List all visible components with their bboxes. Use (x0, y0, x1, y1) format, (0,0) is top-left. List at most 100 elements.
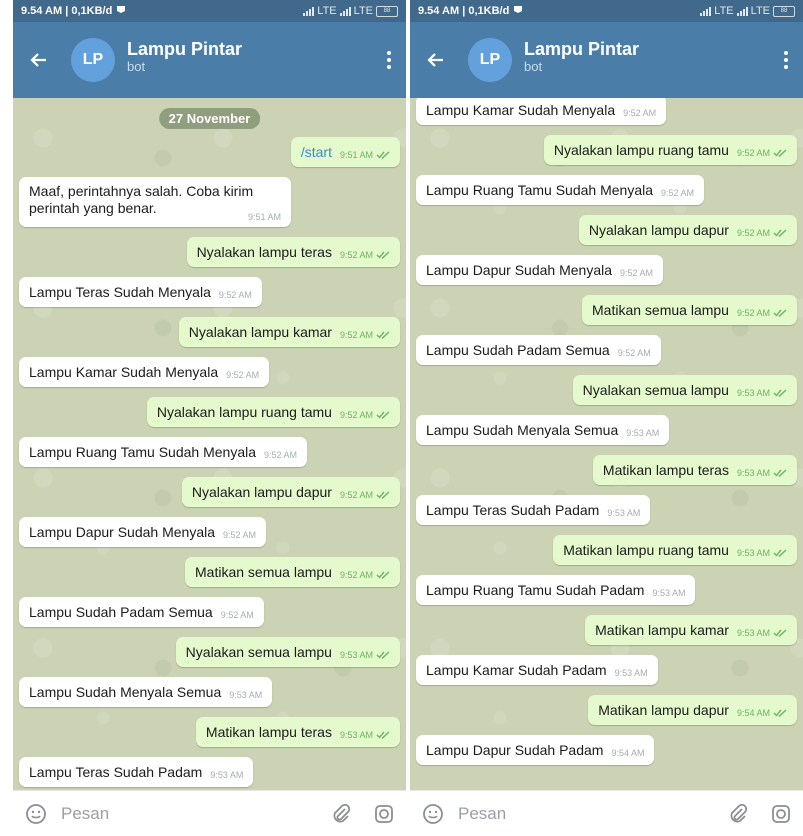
more-vert-icon[interactable] (386, 51, 392, 69)
message-time: 9:52 AM (220, 610, 254, 620)
emoji-icon[interactable] (422, 803, 444, 825)
message-text: Nyalakan lampu dapur (588, 221, 729, 238)
outgoing-message[interactable]: Nyalakan lampu ruang tamu 9:52 AM (146, 397, 400, 427)
incoming-message[interactable]: Lampu Teras Sudah Padam 9:53 AM (19, 757, 254, 787)
outgoing-message[interactable]: Matikan semua lampu 9:52 AM (185, 557, 400, 587)
outgoing-message[interactable]: /start 9:51 AM (290, 137, 400, 167)
outgoing-message[interactable]: Nyalakan lampu dapur 9:52 AM (578, 215, 797, 245)
outgoing-message[interactable]: Matikan semua lampu 9:52 AM (582, 295, 797, 325)
outgoing-message[interactable]: Matikan lampu kamar 9:53 AM (585, 615, 797, 645)
chat-subtitle: bot (127, 58, 146, 74)
incoming-message[interactable]: Lampu Teras Sudah Menyala 9:52 AM (19, 277, 262, 307)
message-time: 9:52 AM (223, 530, 257, 540)
camera-icon[interactable] (374, 804, 394, 824)
message-text[interactable]: /start (301, 144, 332, 161)
incoming-message[interactable]: Lampu Kamar Sudah Menyala 9:52 AM (19, 357, 270, 387)
chat-title-block[interactable]: Lampu Pintar bot (127, 39, 386, 74)
message-text: Lampu Ruang Tamu Sudah Menyala (29, 443, 257, 460)
message-text: Matikan semua lampu (592, 301, 729, 318)
chat-title: Lampu Pintar (524, 38, 640, 59)
avatar[interactable]: LP (71, 38, 115, 82)
avatar[interactable]: LP (468, 38, 512, 82)
message-meta: 9:52 AM (223, 530, 256, 540)
incoming-message[interactable]: Lampu Ruang Tamu Sudah Menyala 9:52 AM (19, 437, 308, 467)
message-meta: 9:52 AM (737, 228, 787, 238)
chat-header: LP Lampu Pintar bot (410, 22, 803, 98)
message-time: 9:52 AM (218, 290, 252, 300)
incoming-message[interactable]: Lampu Teras Sudah Padam 9:53 AM (416, 495, 651, 525)
message-meta: 9:53 AM (737, 388, 787, 398)
attach-icon[interactable] (727, 803, 749, 825)
message-meta: 9:52 AM (618, 348, 651, 358)
outgoing-message[interactable]: Matikan lampu ruang tamu 9:53 AM (553, 535, 797, 565)
message-meta: 9:51 AM (248, 212, 281, 222)
outgoing-message[interactable]: Matikan lampu teras 9:53 AM (592, 455, 797, 485)
outgoing-message[interactable]: Nyalakan lampu dapur 9:52 AM (181, 477, 400, 507)
message-meta: 9:52 AM (226, 370, 259, 380)
message-text: Lampu Teras Sudah Menyala (29, 283, 211, 300)
incoming-message[interactable]: Lampu Kamar Sudah Menyala 9:52 AM (416, 98, 667, 125)
outgoing-message[interactable]: Nyalakan lampu teras 9:52 AM (186, 237, 400, 267)
more-vert-icon[interactable] (783, 51, 789, 69)
message-meta: 9:52 AM (340, 250, 390, 260)
camera-icon[interactable] (771, 804, 791, 824)
incoming-message[interactable]: Lampu Ruang Tamu Sudah Padam 9:53 AM (416, 575, 696, 605)
message-meta: 9:52 AM (340, 570, 390, 580)
attach-icon[interactable] (330, 803, 352, 825)
message-text: Lampu Ruang Tamu Sudah Menyala (426, 181, 654, 198)
emoji-icon[interactable] (25, 803, 47, 825)
incoming-message[interactable]: Lampu Dapur Sudah Menyala 9:52 AM (416, 255, 664, 285)
incoming-message[interactable]: Lampu Sudah Padam Semua 9:52 AM (19, 597, 264, 627)
back-arrow-icon[interactable] (424, 49, 446, 71)
incoming-message[interactable]: Lampu Sudah Padam Semua 9:52 AM (416, 335, 661, 365)
message-time: 9:53 AM (736, 548, 770, 558)
signal-icon (303, 6, 315, 16)
double-check-icon (773, 469, 787, 477)
notification-icon (116, 5, 126, 17)
back-arrow-icon[interactable] (27, 49, 49, 71)
double-check-icon (773, 149, 787, 157)
outgoing-message[interactable]: Nyalakan semua lampu 9:53 AM (572, 375, 797, 405)
message-meta: 9:52 AM (661, 188, 694, 198)
incoming-message[interactable]: Lampu Sudah Menyala Semua 9:53 AM (416, 415, 670, 445)
chat-header: LP Lampu Pintar bot (13, 22, 406, 98)
chat-title-block[interactable]: Lampu Pintar bot (524, 39, 783, 74)
message-text: Lampu Sudah Menyala Semua (426, 421, 619, 438)
incoming-message[interactable]: Lampu Ruang Tamu Sudah Menyala 9:52 AM (416, 175, 705, 205)
incoming-message[interactable]: Lampu Dapur Sudah Padam 9:54 AM (416, 735, 655, 765)
message-meta: 9:52 AM (340, 490, 390, 500)
message-input[interactable]: Pesan (61, 804, 330, 824)
chat-subtitle: bot (524, 58, 543, 74)
outgoing-message[interactable]: Matikan lampu dapur 9:54 AM (588, 695, 797, 725)
screenshot-pair: 9.54 AM | 0,1KB/d LTE LTE 88 LP Lampu Pi… (0, 0, 803, 836)
message-text: Nyalakan lampu ruang tamu (553, 141, 729, 158)
incoming-message[interactable]: Lampu Kamar Sudah Padam 9:53 AM (416, 655, 658, 685)
message-time: 9:53 AM (736, 468, 770, 478)
message-list[interactable]: Lampu Kamar Sudah Menyala 9:52 AM Nyalakan… (410, 98, 803, 790)
incoming-message[interactable]: Lampu Dapur Sudah Menyala 9:52 AM (19, 517, 267, 547)
status-bar: 9.54 AM | 0,1KB/d LTE LTE 88 (410, 0, 803, 22)
message-meta: 9:53 AM (626, 428, 659, 438)
message-text: Lampu Sudah Menyala Semua (29, 683, 222, 700)
message-time: 9:53 AM (339, 730, 373, 740)
incoming-message[interactable]: Maaf, perintahnya salah. Coba kirim peri… (19, 177, 291, 227)
message-meta: 9:53 AM (340, 650, 390, 660)
outgoing-message[interactable]: Nyalakan lampu kamar 9:52 AM (178, 317, 400, 347)
outgoing-message[interactable]: Matikan lampu teras 9:53 AM (195, 717, 400, 747)
message-meta: 9:52 AM (623, 108, 656, 118)
incoming-message[interactable]: Lampu Sudah Menyala Semua 9:53 AM (19, 677, 273, 707)
message-list[interactable]: 27 November /start 9:51 AM Maaf, perintahn… (13, 98, 406, 790)
double-check-icon (376, 411, 390, 419)
phone-screen-left: 9.54 AM | 0,1KB/d LTE LTE 88 LP Lampu Pi… (13, 0, 406, 836)
message-text: Lampu Dapur Sudah Menyala (426, 261, 613, 278)
message-text: Nyalakan semua lampu (582, 381, 729, 398)
phone-screen-right: 9.54 AM | 0,1KB/d LTE LTE 88 LP Lampu Pi… (410, 0, 803, 836)
message-input[interactable]: Pesan (458, 804, 727, 824)
double-check-icon (376, 731, 390, 739)
outgoing-message[interactable]: Nyalakan lampu ruang tamu 9:52 AM (543, 135, 797, 165)
message-text: Maaf, perintahnya salah. Coba kirim peri… (29, 183, 254, 216)
message-time: 9:52 AM (736, 308, 770, 318)
message-meta: 9:53 AM (737, 468, 787, 478)
outgoing-message[interactable]: Nyalakan semua lampu 9:53 AM (175, 637, 400, 667)
network-label: LTE (714, 5, 734, 17)
